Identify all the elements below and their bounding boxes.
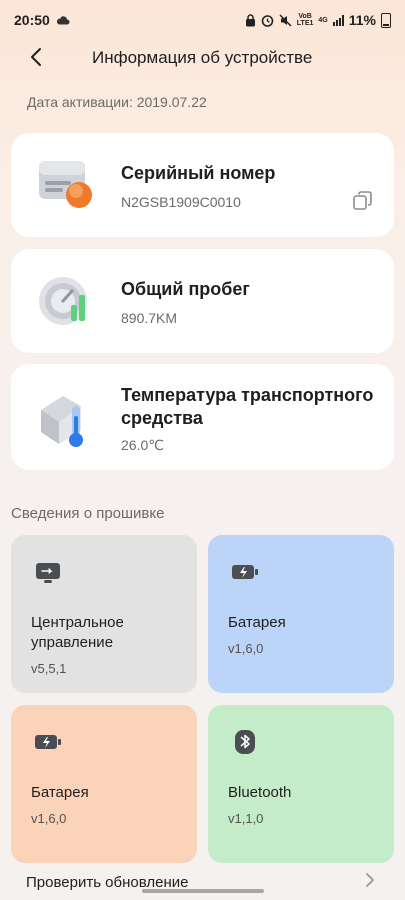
firmware-section-label: Сведения о прошивке: [11, 505, 165, 522]
battery-icon: [232, 565, 258, 579]
tile-battery-2-name: Батарея: [31, 784, 89, 801]
copy-icon[interactable]: [352, 190, 374, 212]
total-mileage-card[interactable]: Общий пробег 890.7KM: [11, 249, 394, 353]
serial-number-value: N2GSB1909C0010: [121, 194, 241, 210]
page-title: Информация об устройстве: [92, 48, 313, 67]
mileage-value: 890.7KM: [121, 310, 178, 326]
cloud-icon: [56, 16, 70, 25]
firmware-tile-battery[interactable]: Батарея v1,6,0: [208, 535, 394, 693]
chevron-left-icon: [31, 48, 41, 66]
tile-central-name: Центральное управление: [31, 614, 124, 651]
top-app-bar: Информация об устройстве: [0, 40, 405, 74]
alarm-icon: [261, 14, 274, 27]
bluetooth-icon: [235, 730, 255, 754]
battery-percentage: 11%: [348, 12, 376, 28]
lock-icon: [245, 13, 255, 26]
mileage-title: Общий пробег: [121, 279, 250, 299]
chevron-right-icon[interactable]: [363, 871, 377, 889]
activation-date: Дата активации: 2019.07.22: [27, 94, 207, 110]
home-indicator[interactable]: [142, 889, 264, 893]
mute-icon: [279, 14, 292, 26]
tile-bluetooth-version: v1,1,0: [228, 811, 264, 826]
serial-number-title: Серийный номер: [121, 163, 276, 183]
serial-number-card[interactable]: Серийный номер N2GSB1909C0010: [11, 133, 394, 237]
device-serial-icon: [39, 161, 92, 208]
temperature-value: 26.0℃: [121, 437, 164, 453]
tile-battery-name: Батарея: [228, 614, 286, 631]
tile-central-version: v5,5,1: [31, 661, 67, 676]
battery-icon: [35, 735, 61, 749]
network-4g-label: 4G: [318, 16, 328, 24]
network-volte-label: VoB LTE1: [296, 13, 314, 27]
back-button[interactable]: [22, 43, 50, 71]
tile-bluetooth-name: Bluetooth: [228, 784, 292, 801]
tile-battery-2-version: v1,6,0: [31, 811, 67, 826]
controller-icon: [36, 563, 60, 583]
firmware-tile-central-control[interactable]: Центральное управление v5,5,1: [11, 535, 197, 693]
temperature-title: Температура транспортного средства: [121, 385, 374, 428]
status-bar: 20:50 VoB LTE1 4G 11%: [0, 0, 405, 40]
tile-battery-version: v1,6,0: [228, 641, 264, 656]
battery-status-icon: [381, 12, 391, 28]
vehicle-temperature-card[interactable]: Температура транспортного средства 26.0℃: [11, 364, 394, 470]
speedometer-icon: [39, 277, 87, 325]
signal-strength-icon: [332, 14, 344, 26]
firmware-tile-battery-2[interactable]: Батарея v1,6,0: [11, 705, 197, 863]
status-time: 20:50: [14, 12, 50, 28]
firmware-tile-bluetooth[interactable]: Bluetooth v1,1,0: [208, 705, 394, 863]
thermometer-icon: [41, 396, 83, 447]
